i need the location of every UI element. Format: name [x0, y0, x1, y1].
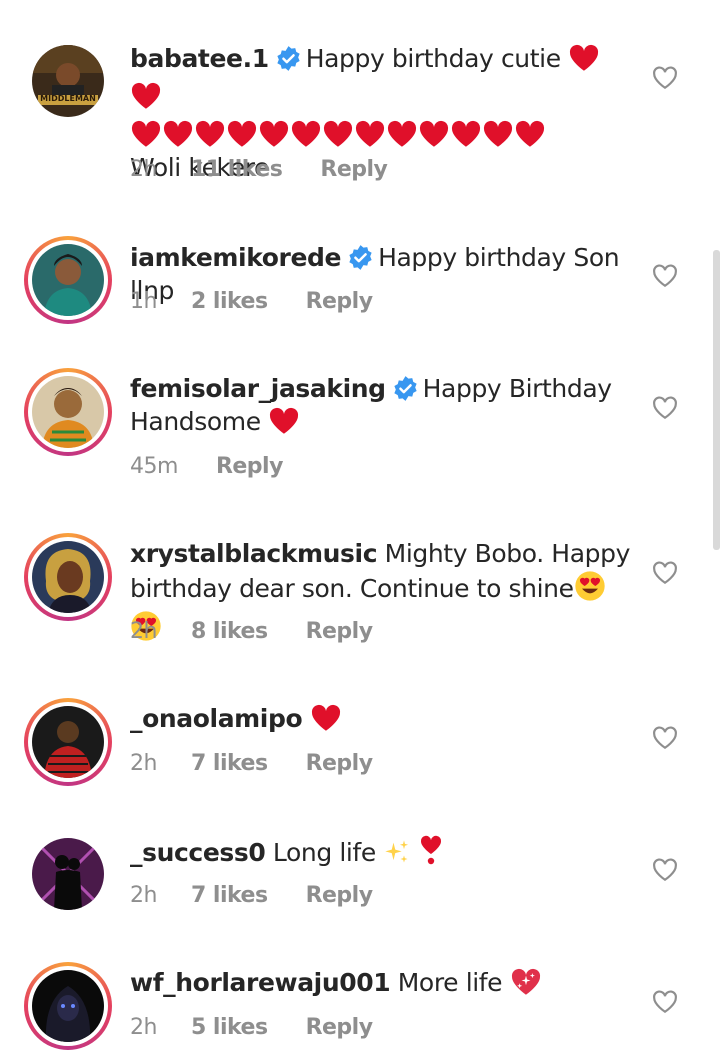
- reply-button[interactable]: Reply: [320, 157, 388, 182]
- like-heart-icon[interactable]: [652, 65, 678, 91]
- verified-badge-icon: [275, 45, 302, 72]
- heart-emoji-icon: [310, 704, 342, 740]
- comment-time: 2h: [130, 883, 157, 908]
- avatar[interactable]: [32, 838, 104, 910]
- avatar[interactable]: MIDDLEMAN: [32, 45, 104, 117]
- username[interactable]: _success0: [130, 838, 266, 867]
- avatar[interactable]: [24, 236, 112, 324]
- comment-time: 2h: [130, 157, 157, 182]
- comment-time: 2h: [130, 751, 157, 776]
- heart-emoji-icon: [450, 120, 482, 156]
- heart-emoji-icon: [418, 120, 450, 156]
- avatar-label: MIDDLEMAN: [40, 94, 96, 103]
- verified-badge-icon: [347, 244, 374, 271]
- heart-emoji-icon: [354, 120, 386, 156]
- avatar[interactable]: [24, 698, 112, 786]
- likes-count[interactable]: 7 likes: [191, 751, 268, 776]
- comment-text: More life: [397, 968, 503, 997]
- comment-time: 1h: [130, 289, 157, 314]
- heart-eyes-emoji-icon: [574, 570, 606, 610]
- comment-text-line: birthday dear son. Continue to shine: [130, 574, 574, 603]
- comment-meta: 2h 7 likes Reply: [130, 751, 373, 776]
- comment-text: Long life: [272, 838, 376, 867]
- username[interactable]: _onaolamipo: [130, 704, 303, 733]
- reply-button[interactable]: Reply: [306, 289, 374, 314]
- heart-emoji-icon: [568, 44, 600, 80]
- avatar[interactable]: [24, 962, 112, 1050]
- sparkles-emoji-icon: [383, 838, 411, 874]
- reply-button[interactable]: Reply: [306, 1015, 374, 1040]
- heart-emoji-icon: [322, 120, 354, 156]
- likes-count[interactable]: 7 likes: [191, 883, 268, 908]
- like-heart-icon[interactable]: [652, 989, 678, 1015]
- likes-count[interactable]: 11 likes: [191, 157, 283, 182]
- like-heart-icon[interactable]: [652, 725, 678, 751]
- comment-text: Happy Birthday: [422, 374, 612, 403]
- heart-emoji-icon: [514, 120, 546, 156]
- reply-button[interactable]: Reply: [306, 619, 374, 644]
- avatar[interactable]: [24, 368, 112, 456]
- comment-body: femisolar_jasaking Happy Birthday Handsom…: [130, 372, 630, 443]
- comment-meta: 2h 11 likes Reply: [130, 157, 388, 182]
- comment-body: _success0 Long life: [130, 834, 630, 874]
- username[interactable]: wf_horlarewaju001: [130, 968, 391, 997]
- comment-body: _onaolamipo: [130, 702, 630, 740]
- username[interactable]: femisolar_jasaking: [130, 374, 386, 403]
- like-heart-icon[interactable]: [652, 263, 678, 289]
- scrollbar[interactable]: [713, 250, 720, 550]
- sparkling-heart-emoji-icon: [510, 968, 542, 1004]
- reply-button[interactable]: Reply: [216, 454, 284, 479]
- like-heart-icon[interactable]: [652, 857, 678, 883]
- comment-meta: 1h 2 likes Reply: [130, 289, 373, 314]
- like-heart-icon[interactable]: [652, 560, 678, 586]
- heart-emoji-icon: [130, 82, 162, 118]
- reply-button[interactable]: Reply: [306, 883, 374, 908]
- comment-text-line: Handsome: [130, 407, 261, 436]
- username[interactable]: xrystalblackmusic: [130, 539, 378, 568]
- heart-emoji-row: [130, 118, 630, 151]
- comment-time: 2h: [130, 1015, 157, 1040]
- comment-meta: 2h 8 likes Reply: [130, 619, 373, 644]
- comment-text: Mighty Bobo. Happy: [384, 539, 631, 568]
- heart-exclamation-emoji-icon: [419, 834, 443, 874]
- comment-meta: 2h 7 likes Reply: [130, 883, 373, 908]
- heart-emoji-icon: [268, 407, 300, 443]
- like-heart-icon[interactable]: [652, 395, 678, 421]
- comment-text: Happy birthday cutie: [305, 44, 561, 73]
- reply-button[interactable]: Reply: [306, 751, 374, 776]
- comment-time: 2h: [130, 619, 157, 644]
- comment-body: wf_horlarewaju001 More life: [130, 966, 630, 1004]
- avatar[interactable]: [24, 533, 112, 621]
- verified-badge-icon: [392, 375, 419, 402]
- likes-count[interactable]: 8 likes: [191, 619, 268, 644]
- comment-meta: 2h 5 likes Reply: [130, 1015, 373, 1040]
- likes-count[interactable]: 5 likes: [191, 1015, 268, 1040]
- heart-emoji-icon: [482, 120, 514, 156]
- comment-time: 45m: [130, 454, 178, 479]
- likes-count[interactable]: 2 likes: [191, 289, 268, 314]
- username[interactable]: iamkemikorede: [130, 243, 341, 272]
- comment-meta: 45m Reply: [130, 454, 283, 479]
- heart-emoji-icon: [386, 120, 418, 156]
- heart-emoji-icon: [290, 120, 322, 156]
- username[interactable]: babatee.1: [130, 44, 269, 73]
